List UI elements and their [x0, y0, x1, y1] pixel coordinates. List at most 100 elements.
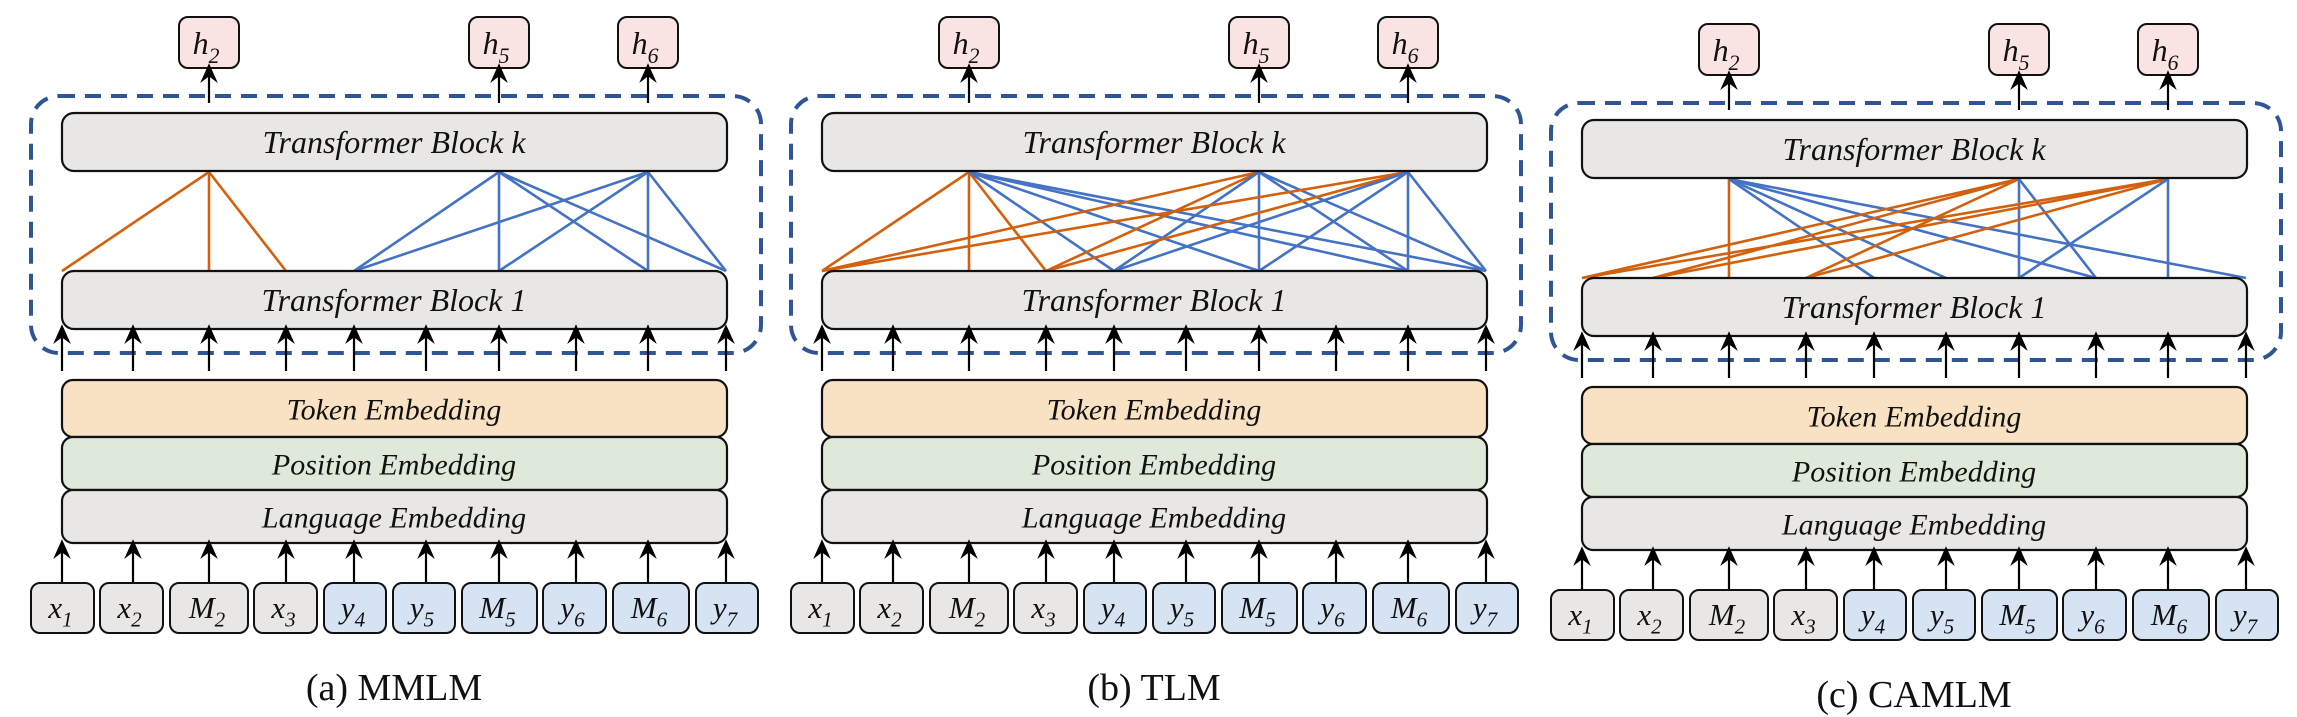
- subscript: 5: [2019, 51, 2030, 75]
- subscript: 2: [209, 44, 220, 68]
- attention-edge: [1113, 170, 1409, 273]
- subscript: 5: [1259, 44, 1270, 68]
- symbol: x: [807, 590, 822, 625]
- token-embedding-label: Token Embedding: [287, 394, 502, 427]
- subscript: 2: [975, 608, 986, 632]
- subscript: 3: [1044, 608, 1056, 632]
- subscript: 6: [1334, 608, 1345, 632]
- symbol: M: [478, 590, 507, 625]
- subscript: 4: [1115, 608, 1126, 632]
- symbol: y: [1470, 590, 1487, 625]
- subscript: 7: [727, 608, 739, 632]
- figure: h2 h5 h6Transformer Block kTransformer Blo…: [29, 16, 2283, 716]
- symbol: y: [557, 590, 574, 625]
- attention-edge: [1406, 171, 1488, 272]
- attention-edge: [61, 170, 210, 273]
- symbol: M: [630, 590, 659, 625]
- subscript: 3: [1804, 615, 1816, 639]
- symbol: M: [1998, 597, 2027, 632]
- subscript: 2: [969, 44, 980, 68]
- subscript: 1: [1582, 615, 1593, 639]
- subscript: 3: [284, 608, 296, 632]
- symbol: x: [1030, 590, 1045, 625]
- token-embedding-label: Token Embedding: [1807, 401, 2022, 434]
- subscript: 6: [2177, 615, 2188, 639]
- subscript: 5: [1265, 608, 1276, 632]
- symbol: M: [188, 590, 217, 625]
- subscript: 2: [215, 608, 226, 632]
- subscript: 6: [574, 608, 585, 632]
- subscript: 4: [355, 608, 366, 632]
- symbol: h: [483, 25, 499, 61]
- symbol: x: [1790, 597, 1805, 632]
- panel-caption: (b) TLM: [1087, 667, 1220, 709]
- subscript: 1: [62, 608, 73, 632]
- symbol: x: [47, 590, 62, 625]
- symbol: x: [1636, 597, 1651, 632]
- attention-edge: [207, 171, 288, 272]
- symbol: y: [1927, 597, 1944, 632]
- subscript: 4: [1875, 615, 1886, 639]
- attention-edge: [353, 170, 500, 273]
- symbol: h: [2003, 32, 2019, 68]
- symbol: h: [1243, 25, 1259, 61]
- symbol: h: [953, 25, 969, 61]
- symbol: M: [1238, 590, 1267, 625]
- symbol: x: [876, 590, 891, 625]
- subscript: 2: [891, 608, 902, 632]
- attention-edge: [353, 170, 649, 273]
- subscript: 5: [424, 608, 435, 632]
- attention-edge: [1581, 177, 2169, 280]
- symbol: M: [2150, 597, 2179, 632]
- subscript: 6: [657, 608, 668, 632]
- symbol: M: [948, 590, 977, 625]
- subscript: 6: [1417, 608, 1428, 632]
- block-k-label: Transformer Block k: [1022, 124, 1286, 160]
- subscript: 2: [131, 608, 142, 632]
- position-embedding-label: Position Embedding: [1031, 449, 1276, 482]
- language-embedding-label: Language Embedding: [1021, 502, 1286, 535]
- position-embedding-label: Position Embedding: [271, 449, 516, 482]
- symbol: y: [1858, 597, 1875, 632]
- subscript: 5: [1184, 608, 1195, 632]
- panel-caption: (a) MMLM: [306, 667, 482, 709]
- symbol: y: [1317, 590, 1334, 625]
- subscript: 1: [822, 608, 833, 632]
- symbol: h: [2152, 32, 2168, 68]
- symbol: y: [1167, 590, 1184, 625]
- panel-caption: (c) CAMLM: [1816, 674, 2011, 716]
- block-k-label: Transformer Block k: [262, 124, 526, 160]
- subscript: 6: [2168, 51, 2179, 75]
- subscript: 5: [505, 608, 516, 632]
- symbol: y: [407, 590, 424, 625]
- block-1-label: Transformer Block 1: [1022, 282, 1287, 318]
- subscript: 5: [1944, 615, 1955, 639]
- subscript: 6: [1408, 44, 1419, 68]
- subscript: 2: [1735, 615, 1746, 639]
- symbol: y: [2077, 597, 2094, 632]
- subscript: 6: [648, 44, 659, 68]
- symbol: h: [193, 25, 209, 61]
- attention-edge: [646, 171, 728, 272]
- subscript: 5: [2025, 615, 2036, 639]
- symbol: h: [1392, 25, 1408, 61]
- symbol: M: [1390, 590, 1419, 625]
- block-k-label: Transformer Block k: [1782, 131, 2046, 167]
- subscript: 6: [2094, 615, 2105, 639]
- panel-0: h2 h5 h6Transformer Block kTransformer Blo…: [29, 16, 763, 709]
- attention-edge: [1113, 170, 1260, 273]
- subscript: 5: [499, 44, 510, 68]
- subscript: 2: [1651, 615, 1662, 639]
- panel-1: h2 h5 h6Transformer Block kTransformer Blo…: [789, 16, 1523, 709]
- attention-edge: [1258, 170, 1487, 273]
- symbol: h: [1713, 32, 1729, 68]
- symbol: y: [710, 590, 727, 625]
- panel-2: h2 h5 h6Transformer Block kTransformer Blo…: [1549, 23, 2283, 716]
- symbol: h: [632, 25, 648, 61]
- symbol: x: [1567, 597, 1582, 632]
- attention-edge: [821, 170, 1409, 273]
- token-embedding-label: Token Embedding: [1047, 394, 1262, 427]
- attention-edge: [498, 170, 727, 273]
- symbol: x: [270, 590, 285, 625]
- position-embedding-label: Position Embedding: [1791, 456, 2036, 489]
